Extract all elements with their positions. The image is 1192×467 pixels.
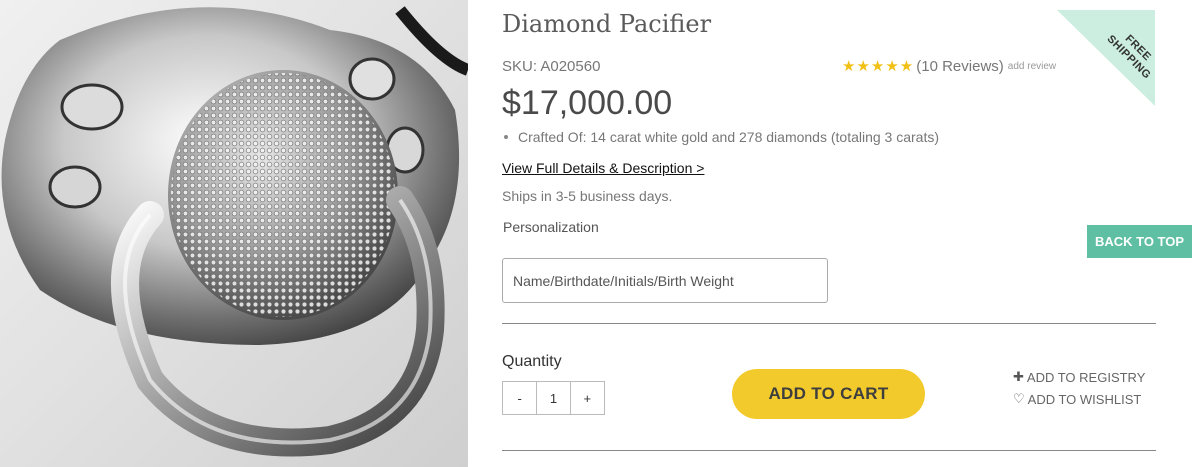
feature-item: Crafted Of: 14 carat white gold and 278 … bbox=[518, 129, 940, 145]
product-sku: SKU: A020560 bbox=[502, 58, 601, 75]
back-to-top-button[interactable]: BACK TO TOP bbox=[1087, 225, 1192, 258]
quantity-value[interactable]: 1 bbox=[536, 382, 571, 414]
add-to-registry-label: ADD TO REGISTRY bbox=[1026, 369, 1146, 385]
product-title: Diamond Pacifier bbox=[502, 10, 712, 38]
personalization-label: Personalization bbox=[503, 219, 599, 235]
quantity-increment-button[interactable]: + bbox=[571, 382, 604, 414]
quantity-stepper: - 1 + bbox=[502, 381, 605, 415]
add-review-link[interactable]: add review bbox=[1008, 61, 1056, 72]
divider bbox=[502, 323, 1156, 324]
free-shipping-badge: FREE SHIPPING bbox=[1057, 10, 1155, 106]
divider bbox=[502, 450, 1156, 451]
product-price: $17,000.00 bbox=[502, 84, 673, 122]
add-to-cart-button[interactable]: ADD TO CART bbox=[732, 369, 925, 419]
quantity-decrement-button[interactable]: - bbox=[503, 382, 536, 414]
add-to-wishlist-link[interactable]: ♡ ADD TO WISHLIST bbox=[1013, 391, 1141, 407]
rating: ★★★★★ (10 Reviews) add review bbox=[842, 57, 1056, 76]
star-rating-icon: ★★★★★ bbox=[842, 58, 915, 75]
shipping-note: Ships in 3-5 business days. bbox=[502, 188, 673, 204]
add-to-wishlist-label: ADD TO WISHLIST bbox=[1027, 391, 1142, 407]
view-details-link[interactable]: View Full Details & Description > bbox=[502, 160, 704, 176]
heart-outline-icon: ♡ bbox=[1013, 391, 1025, 406]
feature-list: Crafted Of: 14 carat white gold and 278 … bbox=[502, 129, 939, 145]
add-to-registry-link[interactable]: ✚ ADD TO REGISTRY bbox=[1013, 369, 1145, 385]
pacifier-image bbox=[1, 6, 468, 457]
product-image[interactable] bbox=[0, 0, 468, 467]
personalization-input[interactable] bbox=[502, 258, 828, 303]
plus-icon: ✚ bbox=[1013, 369, 1024, 384]
quantity-label: Quantity bbox=[502, 353, 562, 370]
bullet-icon bbox=[504, 135, 508, 139]
reviews-count-link[interactable]: (10 Reviews) bbox=[916, 58, 1004, 75]
